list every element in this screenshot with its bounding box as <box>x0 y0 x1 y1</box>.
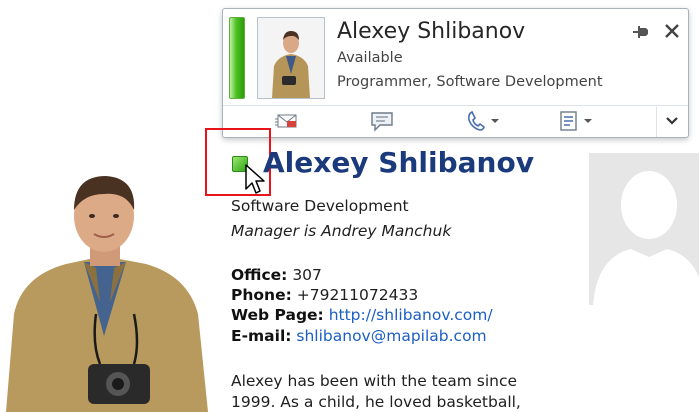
card-job-title: Programmer, Software Development <box>337 74 603 90</box>
chevron-down-icon[interactable] <box>491 119 499 123</box>
instant-message-icon <box>371 112 393 132</box>
web-row: Web Page: http://shlibanov.com/ <box>231 306 493 324</box>
phone-label: Phone: <box>231 286 292 304</box>
person-photo-icon <box>258 18 324 98</box>
bio-text: 1999. As a child, he loved basketball, <box>231 393 521 411</box>
expand-chevron-icon[interactable] <box>664 113 680 129</box>
toolbar-separator <box>656 107 657 137</box>
profile-name: Alexey Shlibanov <box>263 146 534 179</box>
email-icon <box>275 114 297 128</box>
office-row: Office: 307 <box>231 266 322 284</box>
phone-value: +79211072433 <box>296 286 419 304</box>
office-label: Office: <box>231 266 288 284</box>
phone-icon <box>468 110 485 131</box>
email-label: E-mail: <box>231 327 292 345</box>
profile-photo <box>0 164 214 412</box>
card-presence-status: Available <box>337 50 403 66</box>
chevron-down-icon[interactable] <box>584 119 592 123</box>
department: Software Development <box>231 197 409 215</box>
phone-row: Phone: +79211072433 <box>231 286 418 304</box>
pin-icon[interactable] <box>631 23 651 41</box>
bio-text: Alexey has been with the team since <box>231 372 518 390</box>
call-button[interactable] <box>466 109 499 133</box>
email-row: E-mail: shlibanov@mapilab.com <box>231 327 487 345</box>
instant-message-button[interactable] <box>369 109 395 133</box>
manager-line: Manager is Andrey Manchuk <box>231 222 452 240</box>
contact-card: Alexey Shlibanov Available Programmer, S… <box>222 8 689 138</box>
office-value: 307 <box>292 266 322 284</box>
contact-photo[interactable] <box>257 17 325 99</box>
presence-indicator <box>229 17 245 99</box>
placeholder-avatar <box>589 153 699 305</box>
email-link[interactable]: shlibanov@mapilab.com <box>296 327 486 345</box>
person-photo-icon <box>0 164 214 412</box>
card-contact-name: Alexey Shlibanov <box>337 19 526 44</box>
send-email-button[interactable] <box>275 109 299 133</box>
contact-details-button[interactable] <box>557 109 592 133</box>
contact-details-icon <box>560 111 577 131</box>
card-divider <box>223 105 688 106</box>
web-label: Web Page: <box>231 306 324 324</box>
close-icon[interactable] <box>663 21 681 41</box>
web-link[interactable]: http://shlibanov.com/ <box>329 306 493 324</box>
person-silhouette-icon <box>589 153 699 305</box>
